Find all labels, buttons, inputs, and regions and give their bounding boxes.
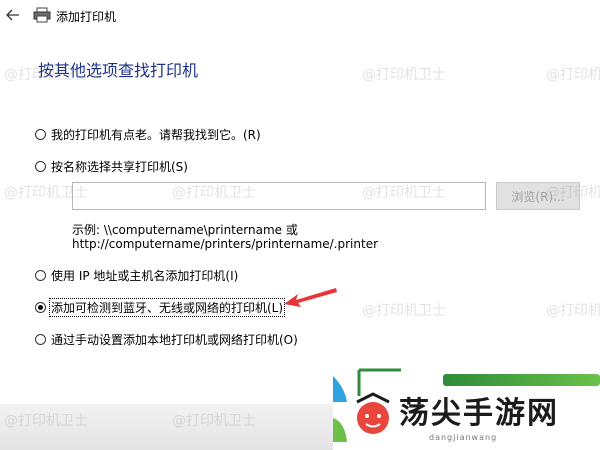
- title-bar: 添加打印机: [0, 0, 600, 32]
- example-line-1: 示例: \\computername\printername 或: [72, 223, 298, 237]
- radio-button[interactable]: [35, 161, 46, 172]
- option-label: 按名称选择共享打印机(S): [51, 160, 188, 174]
- radio-button[interactable]: [35, 129, 46, 140]
- back-button[interactable]: [2, 4, 24, 26]
- red-arrow-annotation: [284, 288, 337, 307]
- browse-button[interactable]: 浏览(R)...: [496, 182, 580, 210]
- printer-icon: [33, 7, 51, 23]
- radio-button[interactable]: [35, 334, 46, 345]
- site-logo: 荡尖手游网 dangjianwang: [333, 356, 600, 450]
- logo-green-stripe: [443, 374, 600, 386]
- watermark: @打印机卫士: [4, 413, 88, 429]
- option-label: 通过手动设置添加本地打印机或网络打印机(O): [51, 333, 298, 347]
- option-label: 添加可检测到蓝牙、无线或网络的打印机(L): [49, 298, 286, 317]
- watermark: @打印机卫士: [362, 67, 446, 83]
- option-label: 我的打印机有点老。请帮我找到它。(R): [51, 128, 261, 142]
- option-manual-local-network[interactable]: 通过手动设置添加本地打印机或网络打印机(O): [35, 331, 298, 348]
- logo-subtext: dangjianwang: [429, 433, 498, 442]
- radio-button[interactable]: [35, 270, 46, 281]
- option-bluetooth-wireless-network[interactable]: 添加可检测到蓝牙、无线或网络的打印机(L): [35, 298, 286, 317]
- watermark: @打印机卫士: [546, 67, 600, 83]
- logo-mark-icon: [333, 368, 401, 442]
- example-line-2: http://computername/printers/printername…: [72, 237, 379, 251]
- window-title: 添加打印机: [56, 10, 117, 24]
- watermark: @打印机卫士: [546, 303, 600, 319]
- shared-printer-name-input[interactable]: [72, 182, 486, 210]
- page-title: 按其他选项查找打印机: [38, 61, 199, 80]
- radio-button-checked[interactable]: [35, 302, 46, 313]
- logo-text: 荡尖手游网: [399, 396, 559, 431]
- option-shared-by-name[interactable]: 按名称选择共享打印机(S): [35, 158, 188, 175]
- watermark: @打印机卫士: [172, 413, 256, 429]
- watermark: @打印机卫士: [362, 303, 446, 319]
- option-label: 使用 IP 地址或主机名添加打印机(I): [51, 269, 239, 283]
- back-arrow-icon: [6, 9, 19, 21]
- option-ip-hostname[interactable]: 使用 IP 地址或主机名添加打印机(I): [35, 267, 238, 284]
- option-old-printer[interactable]: 我的打印机有点老。请帮我找到它。(R): [35, 126, 261, 143]
